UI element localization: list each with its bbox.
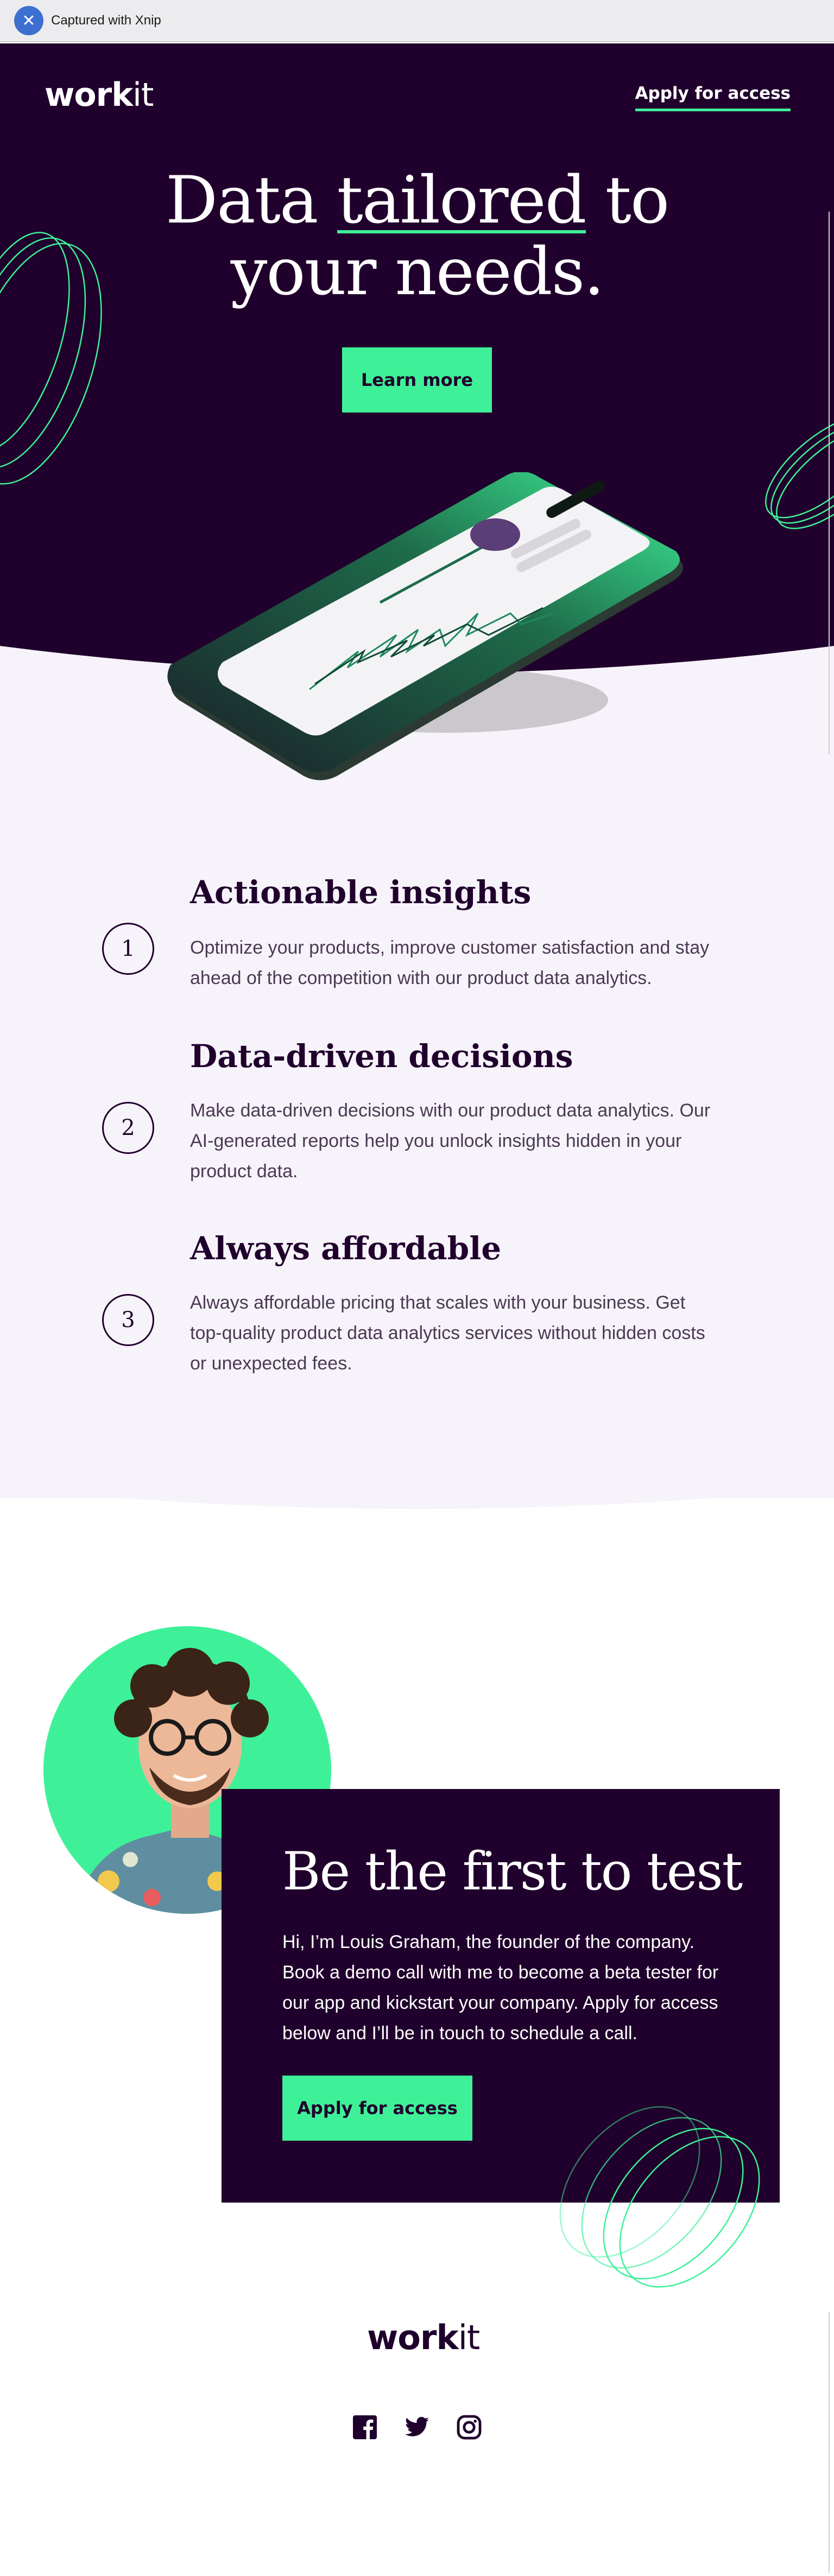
features-bottom-curve (0, 1487, 834, 1509)
learn-more-button[interactable]: Learn more (342, 347, 492, 413)
apply-for-access-link[interactable]: Apply for access (635, 84, 791, 111)
scrollbar-track-lower[interactable] (829, 2312, 830, 2573)
feature-number-badge: 3 (102, 1294, 154, 1346)
facebook-icon[interactable] (352, 2414, 378, 2440)
header-logo[interactable]: workit (45, 76, 154, 114)
footer-logo[interactable]: workit (367, 2318, 481, 2357)
decorative-ellipses-right (765, 415, 834, 529)
apply-for-access-button[interactable]: Apply for access (282, 2076, 472, 2141)
logo-bold: work (367, 2318, 459, 2357)
feature-number-badge: 1 (102, 923, 154, 975)
instagram-icon[interactable] (456, 2414, 482, 2440)
feature-description: Always affordable pricing that scales wi… (190, 1292, 705, 1374)
capture-toolbar: ✕ Captured with Xnip (0, 0, 834, 42)
feature-number-badge: 2 (102, 1102, 154, 1154)
phone-illustration (167, 472, 683, 781)
capture-label: Captured with Xnip (51, 13, 161, 28)
scrollbar-track[interactable] (829, 212, 830, 754)
feature-title: Actionable insights (190, 874, 532, 911)
decorative-ellipses-cta (559, 2106, 760, 2288)
feature-title: Always affordable (190, 1230, 502, 1267)
logo-light: it (132, 76, 154, 114)
logo-light: it (458, 2318, 481, 2357)
hero-title-part2: to (585, 163, 669, 238)
xnip-logo-icon: ✕ (14, 6, 43, 35)
hero-title: Data tailored to your needs. (0, 165, 834, 308)
feature-description: Optimize your products, improve customer… (190, 937, 710, 988)
hero-title-underlined: tailored (337, 163, 586, 238)
cta-title: Be the first to test (282, 1841, 743, 1902)
cta-description: Hi, I’m Louis Graham, the founder of the… (282, 1932, 719, 2044)
logo-bold: work (45, 76, 133, 114)
twitter-icon[interactable] (404, 2414, 430, 2440)
hero-title-part1: Data (165, 163, 337, 238)
feature-title: Data-driven decisions (190, 1038, 573, 1075)
feature-description: Make data-driven decisions with our prod… (190, 1100, 711, 1182)
hero-title-line2: your needs. (230, 234, 605, 310)
